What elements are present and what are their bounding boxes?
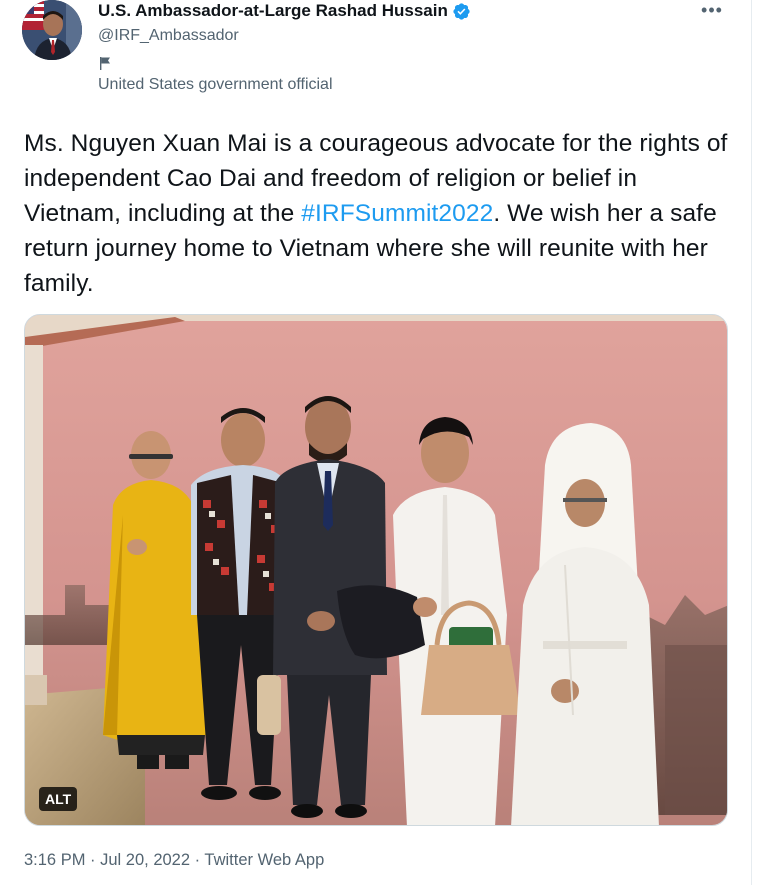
page: U.S. Ambassador-at-Large Rashad Hussain … (0, 0, 780, 885)
user-handle[interactable]: @IRF_Ambassador (98, 25, 471, 47)
tweet-text: Ms. Nguyen Xuan Mai is a courageous advo… (24, 126, 734, 301)
tweet-card[interactable]: U.S. Ambassador-at-Large Rashad Hussain … (0, 0, 750, 885)
display-name[interactable]: U.S. Ambassador-at-Large Rashad Hussain (98, 0, 448, 22)
tweet-time[interactable]: 3:16 PM (24, 851, 85, 869)
meta-separator-1: · (85, 851, 101, 869)
column-divider (751, 0, 752, 885)
photo-illustration (25, 315, 727, 825)
tweet-date[interactable]: Jul 20, 2022 (100, 851, 190, 869)
verified-badge-icon (452, 2, 471, 21)
alt-text-button[interactable]: ALT (39, 787, 78, 811)
government-label: United States government official (98, 76, 333, 93)
author-block: U.S. Ambassador-at-Large Rashad Hussain … (98, 0, 471, 95)
tweet-metadata: 3:16 PM · Jul 20, 2022 · Twitter Web App (24, 850, 324, 870)
tweet-source[interactable]: Twitter Web App (204, 851, 324, 869)
more-options-icon[interactable]: ••• (700, 0, 724, 20)
tweet-photo[interactable]: ALT (24, 314, 728, 826)
meta-separator-2: · (190, 851, 205, 869)
government-flag-icon (98, 55, 114, 71)
avatar[interactable] (22, 0, 82, 60)
hashtag-link[interactable]: #IRFSummit2022 (301, 200, 493, 227)
tweet-header: U.S. Ambassador-at-Large Rashad Hussain … (22, 0, 732, 100)
display-name-row: U.S. Ambassador-at-Large Rashad Hussain (98, 0, 471, 22)
